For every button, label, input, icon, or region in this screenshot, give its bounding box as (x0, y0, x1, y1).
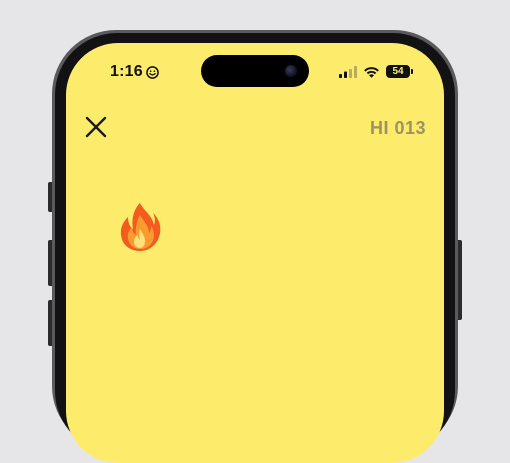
smiley-focus-icon (146, 65, 159, 79)
front-camera-icon (285, 65, 297, 77)
hi-score: HI 013 (369, 118, 426, 138)
battery-level: 54 (392, 66, 404, 77)
status-time: 1:16 (110, 63, 159, 81)
battery-icon: 54 (386, 65, 413, 78)
time-text: 1:16 (110, 63, 143, 80)
status-indicators: 54 (339, 65, 413, 78)
dynamic-island (201, 55, 309, 87)
wifi-icon (364, 66, 379, 78)
cellular-signal-icon (339, 65, 357, 78)
close-icon[interactable] (84, 115, 108, 139)
phone-screen: 1:16 54 HI 013 (66, 43, 444, 463)
battery-cap (411, 69, 413, 74)
fire-emoji-icon (120, 203, 161, 251)
